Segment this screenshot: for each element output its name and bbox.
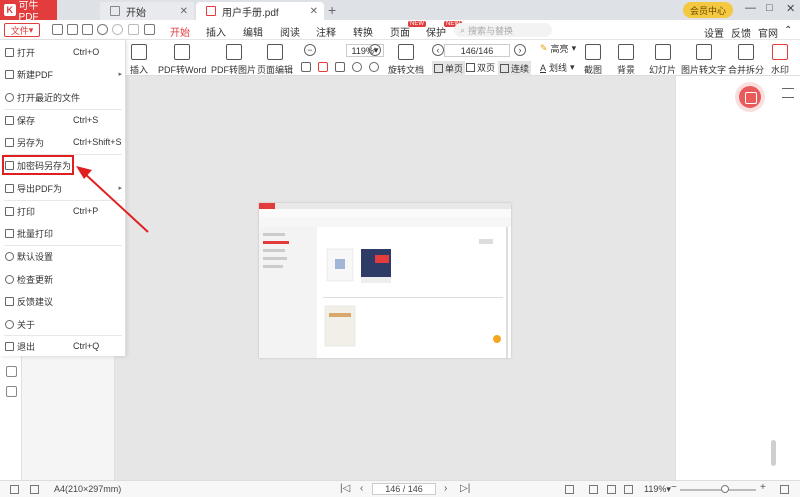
- annotation-arrow: [76, 166, 149, 233]
